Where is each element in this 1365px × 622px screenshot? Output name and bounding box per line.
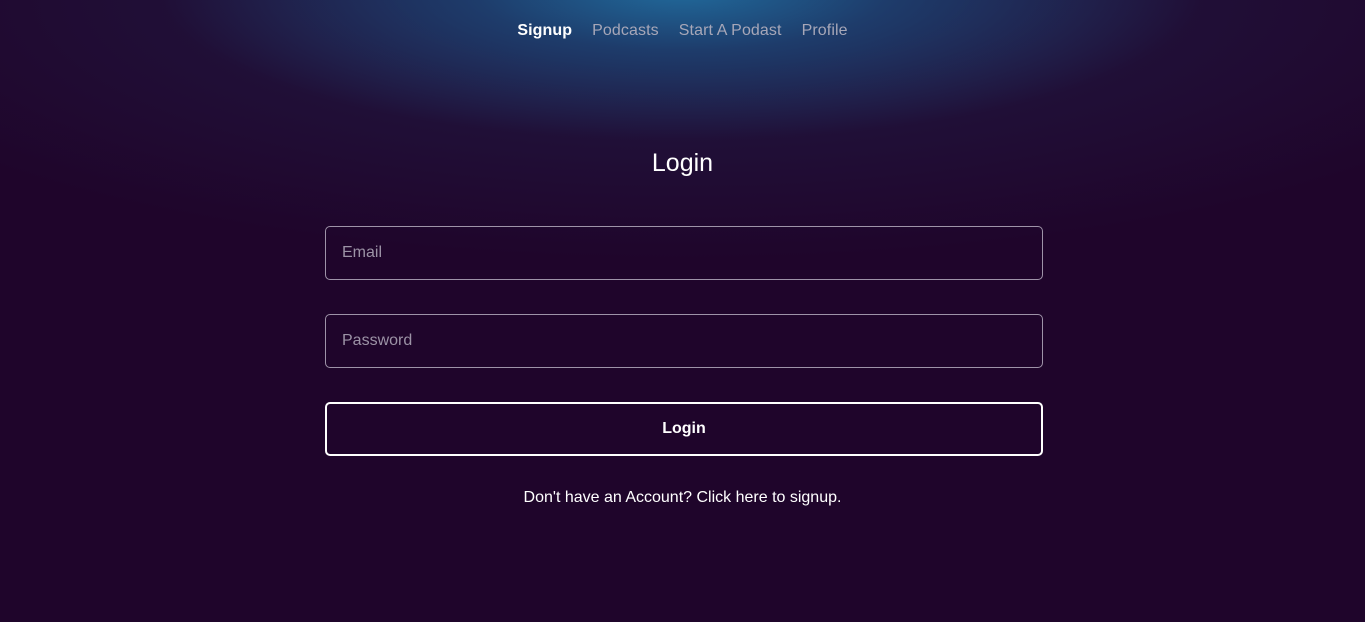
signup-link[interactable]: Don't have an Account? Click here to sig… [0,489,1365,507]
login-button[interactable]: Login [325,402,1043,456]
email-field[interactable] [325,226,1043,280]
top-nav: Signup Podcasts Start A Podast Profile [0,22,1365,40]
page-title: Login [651,149,714,177]
nav-link-podcasts[interactable]: Podcasts [592,22,659,40]
password-field[interactable] [325,314,1043,368]
nav-link-profile[interactable]: Profile [802,22,848,40]
nav-link-start-a-podcast[interactable]: Start A Podast [679,22,782,40]
nav-link-signup[interactable]: Signup [517,22,572,40]
